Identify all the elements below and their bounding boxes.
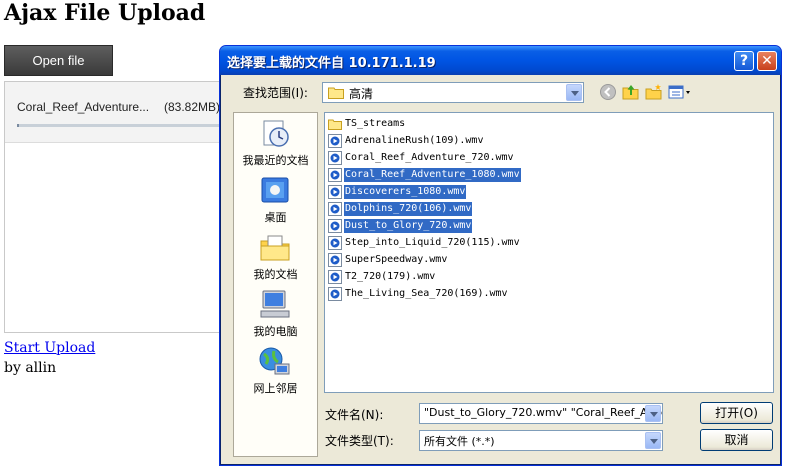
place-my-computer[interactable]: 我的电脑 xyxy=(234,289,317,345)
close-button[interactable]: ✕ xyxy=(757,51,777,71)
close-icon: ✕ xyxy=(761,53,773,69)
place-label: 网上邻居 xyxy=(253,382,298,395)
file-row[interactable]: Discoverers_1080.wmv xyxy=(328,184,467,200)
file-name: Dolphins_720(106).wmv xyxy=(344,202,473,216)
open-file-button[interactable]: Open file xyxy=(4,45,113,76)
chevron-down-icon[interactable] xyxy=(645,405,661,422)
place-label: 我的文档 xyxy=(253,268,298,281)
new-folder-icon[interactable] xyxy=(645,83,663,101)
file-name: SuperSpeedway.wmv xyxy=(345,254,448,265)
place-label: 我最近的文档 xyxy=(242,154,309,167)
recent-documents-icon xyxy=(263,120,289,147)
back-icon[interactable] xyxy=(599,83,617,101)
file-type-label: 文件类型(T): xyxy=(325,434,394,448)
upload-progress-bar xyxy=(17,124,225,127)
file-row[interactable]: Coral_Reef_Adventure_720.wmv xyxy=(328,150,515,166)
network-places-icon xyxy=(259,347,290,375)
file-list[interactable]: TS_streams AdrenalineRush(109).wmv Coral… xyxy=(324,112,774,393)
file-name: Coral_Reef_Adventure_720.wmv xyxy=(345,152,514,163)
look-in-select[interactable]: 高清 xyxy=(322,82,584,103)
file-row[interactable]: Dolphins_720(106).wmv xyxy=(328,201,473,217)
file-name: AdrenalineRush(109).wmv xyxy=(345,135,484,146)
upload-queue: Coral_Reef_Adventure... (83.82MB) xyxy=(4,81,225,333)
place-my-documents[interactable]: 我的文档 xyxy=(234,232,317,288)
file-type-select[interactable]: 所有文件 (*.*) xyxy=(419,430,663,451)
look-in-value: 高清 xyxy=(349,87,374,101)
chevron-down-icon[interactable] xyxy=(645,432,661,449)
page-title: Ajax File Upload xyxy=(4,0,206,26)
media-file-icon xyxy=(328,185,342,199)
help-icon: ? xyxy=(739,53,749,69)
folder-icon xyxy=(328,119,342,130)
place-desktop[interactable]: 桌面 xyxy=(234,175,317,231)
media-file-icon xyxy=(328,219,342,233)
folder-row[interactable]: TS_streams xyxy=(328,116,406,132)
my-computer-icon xyxy=(260,290,290,318)
file-row[interactable]: SuperSpeedway.wmv xyxy=(328,252,448,268)
queue-item: Coral_Reef_Adventure... (83.82MB) xyxy=(5,82,225,143)
file-row[interactable]: Coral_Reef_Adventure_1080.wmv xyxy=(328,167,521,183)
file-name: The_Living_Sea_720(169).wmv xyxy=(345,288,508,299)
media-file-icon xyxy=(328,168,342,182)
place-label: 桌面 xyxy=(264,211,287,224)
place-network-places[interactable]: 网上邻居 xyxy=(234,346,317,402)
file-name: Coral_Reef_Adventure_1080.wmv xyxy=(344,168,521,182)
views-icon[interactable] xyxy=(668,83,692,101)
file-row[interactable]: The_Living_Sea_720(169).wmv xyxy=(328,286,509,302)
help-button[interactable]: ? xyxy=(734,51,754,71)
dialog-body: 查找范围(I): 高清 我最近的文档 桌面 我的文档 我的电脑 网上邻居 TS_… xyxy=(223,75,778,464)
file-name: Step_into_Liquid_720(115).wmv xyxy=(345,237,520,248)
media-file-icon xyxy=(328,202,342,216)
cancel-button[interactable]: 取消 xyxy=(700,429,773,451)
place-recent-documents[interactable]: 我最近的文档 xyxy=(234,118,317,174)
places-bar: 我最近的文档 桌面 我的文档 我的电脑 网上邻居 xyxy=(233,112,318,457)
my-documents-icon xyxy=(260,235,290,261)
media-file-icon xyxy=(328,134,342,148)
file-row[interactable]: Dust_to_Glory_720.wmv xyxy=(328,218,473,234)
file-name-combo[interactable]: "Dust_to_Glory_720.wmv" "Coral_Reef_Adve… xyxy=(419,403,663,424)
up-folder-icon[interactable] xyxy=(622,83,640,101)
author-credit: by allin xyxy=(4,360,57,376)
media-file-icon xyxy=(328,151,342,165)
file-row[interactable]: T2_720(179).wmv xyxy=(328,269,436,285)
media-file-icon xyxy=(328,253,342,267)
open-button[interactable]: 打开(O) xyxy=(700,402,773,424)
file-name-value: "Dust_to_Glory_720.wmv" "Coral_Reef_Adve… xyxy=(424,406,662,419)
desktop-icon xyxy=(261,177,289,203)
place-label: 我的电脑 xyxy=(253,325,298,338)
media-file-icon xyxy=(328,270,342,284)
look-in-label: 查找范围(I): xyxy=(243,86,308,100)
dialog-titlebar[interactable]: 选择要上载的文件自 10.171.1.19 ? ✕ xyxy=(220,46,781,75)
chevron-down-icon[interactable] xyxy=(566,84,582,101)
queue-file-name: Coral_Reef_Adventure... xyxy=(17,100,150,114)
dialog-title: 选择要上载的文件自 10.171.1.19 xyxy=(227,56,436,71)
file-name-label: 文件名(N): xyxy=(325,408,384,422)
file-name: Dust_to_Glory_720.wmv xyxy=(344,219,473,233)
file-type-value: 所有文件 (*.*) xyxy=(424,435,495,448)
file-name: T2_720(179).wmv xyxy=(345,271,436,282)
folder-icon xyxy=(328,87,344,99)
media-file-icon xyxy=(328,287,342,301)
start-upload-link[interactable]: Start Upload xyxy=(4,340,95,356)
file-row[interactable]: Step_into_Liquid_720(115).wmv xyxy=(328,235,521,251)
file-name: TS_streams xyxy=(345,118,406,129)
file-name: Discoverers_1080.wmv xyxy=(344,185,467,199)
file-open-dialog: 选择要上载的文件自 10.171.1.19 ? ✕ 查找范围(I): 高清 我最… xyxy=(219,45,782,466)
queue-file-size: (83.82MB) xyxy=(164,100,221,114)
media-file-icon xyxy=(328,236,342,250)
file-row[interactable]: AdrenalineRush(109).wmv xyxy=(328,133,484,149)
